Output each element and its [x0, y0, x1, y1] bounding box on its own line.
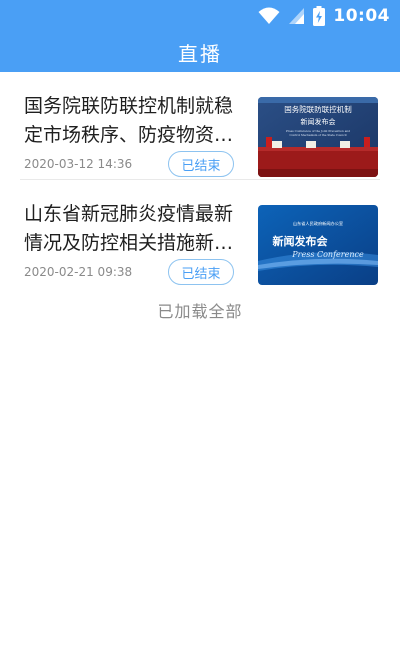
list-item[interactable]: 国务院联防联控机制就稳定市场秩序、防疫物资保障情况举行发布会 2020-03-1… [20, 72, 380, 180]
item-title: 国务院联防联控机制就稳定市场秩序、防疫物资保障情况举行发布会 [24, 95, 234, 146]
item-date: 2020-03-12 14:36 [24, 157, 133, 171]
wifi-icon [258, 7, 280, 24]
item-date: 2020-02-21 09:38 [24, 265, 133, 279]
live-list: 国务院联防联控机制就稳定市场秩序、防疫物资保障情况举行发布会 2020-03-1… [0, 72, 400, 288]
list-item[interactable]: 山东省新冠肺炎疫情最新情况及防控相关措施新闻发布会 2020-02-21 09:… [20, 180, 380, 288]
thumb-text-line: Control Mechanism of the State Council [289, 133, 346, 137]
live-screen: 10:04 直播 国务院联防联控机制就稳定市场秩序、防疫物资保障情况举行发布会 … [0, 0, 400, 661]
item-title: 山东省新冠肺炎疫情最新情况及防控相关措施新闻发布会 [24, 203, 234, 254]
title-bar: 直播 [0, 32, 400, 72]
status-badge: 已结束 [168, 259, 234, 285]
cellular-signal-icon [289, 8, 305, 24]
press-conference-image: 国务院联防联控机制 新闻发布会 Press Conference of the … [258, 97, 378, 177]
status-time: 10:04 [333, 6, 390, 26]
thumb-text-line: 新闻发布会 [301, 117, 336, 126]
page-title: 直播 [178, 41, 222, 66]
load-all-text: 已加载全部 [157, 302, 243, 321]
status-icons: 10:04 [258, 6, 390, 26]
item-thumbnail[interactable]: 国务院联防联控机制 新闻发布会 Press Conference of the … [258, 97, 378, 177]
status-badge: 已结束 [168, 151, 234, 177]
thumb-text-line: 山东省人民政府新闻办公室 [293, 220, 343, 227]
thumb-text-line: 国务院联防联控机制 [284, 104, 352, 114]
thumb-text-line: Press Conference [291, 250, 364, 259]
item-thumbnail[interactable]: 山东省人民政府新闻办公室 新闻发布会 Press Conference [258, 205, 378, 285]
press-conference-image: 山东省人民政府新闻办公室 新闻发布会 Press Conference [258, 205, 378, 285]
thumb-text-line: 新闻发布会 [273, 234, 329, 248]
battery-charging-icon [313, 6, 326, 26]
status-bar: 10:04 [0, 0, 400, 32]
